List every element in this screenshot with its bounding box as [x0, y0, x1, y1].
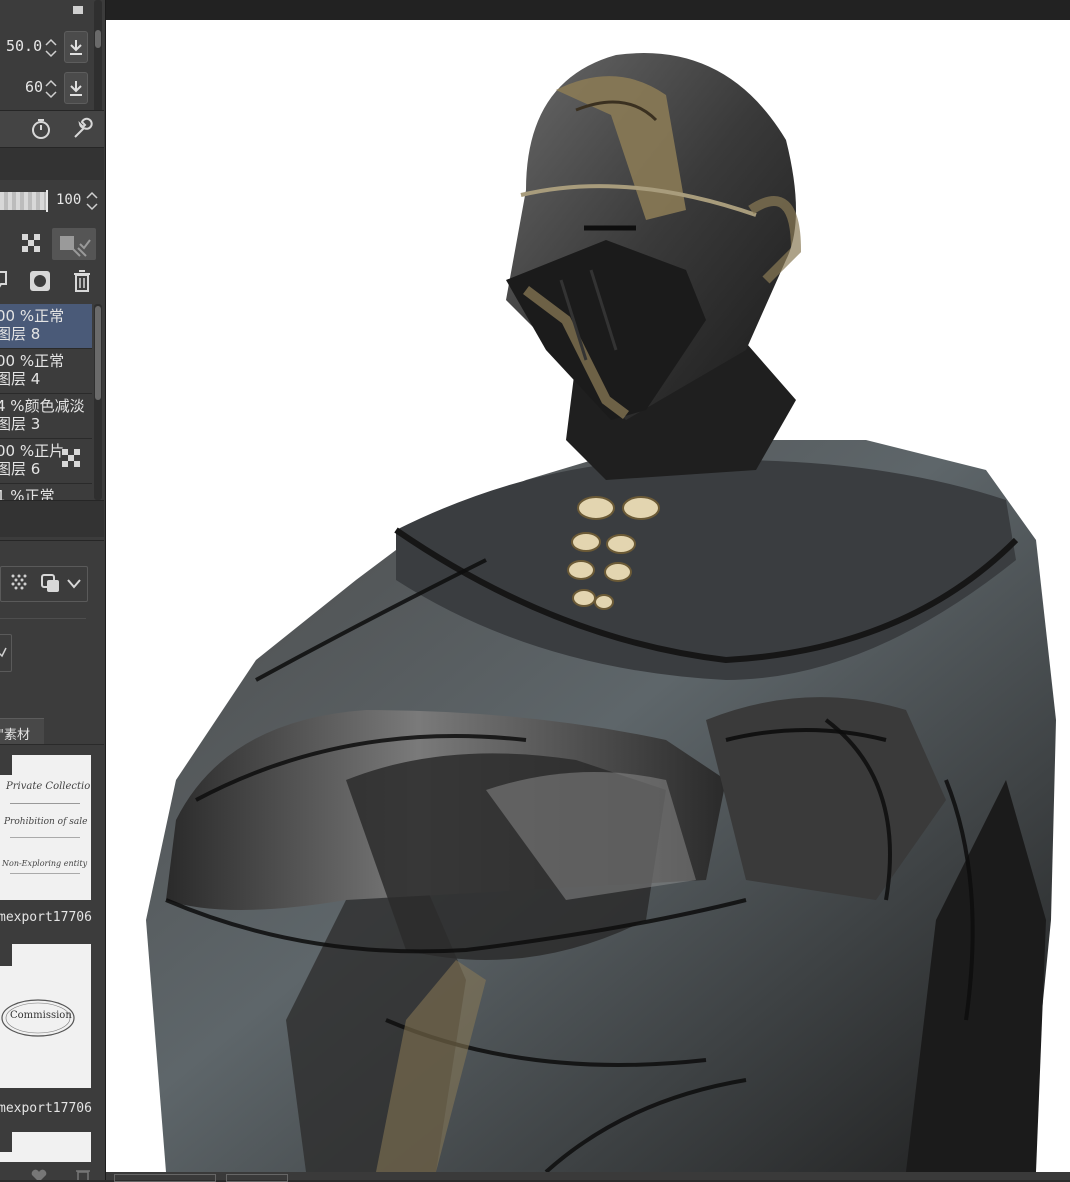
heart-icon[interactable]: [30, 1168, 48, 1180]
left-panel: 50.0 60 100 00 %正常 图层 8 00 %正常 图层 4 4 %颜…: [0, 0, 106, 1180]
checkbox-icon[interactable]: [0, 1132, 12, 1152]
dither-icon[interactable]: [10, 573, 30, 593]
zoom-slider[interactable]: [226, 1174, 288, 1182]
knight-illustration: [146, 53, 1056, 1172]
material-toolbar: [0, 566, 104, 602]
layer-blend-label: 4 %颜色减淡: [0, 397, 85, 415]
layer-opacity-row: 100: [0, 184, 104, 218]
property-tools-row: [0, 111, 104, 147]
layer-opacity-value[interactable]: 100: [56, 192, 81, 208]
canvas-bottom-bar: [106, 1172, 1070, 1182]
panel-header-row: [0, 0, 104, 140]
reference-off-icon[interactable]: [52, 228, 96, 260]
wrench-icon[interactable]: [70, 117, 94, 141]
lock-icon[interactable]: [70, 0, 86, 14]
layer-name: 图层 6: [0, 460, 41, 478]
mask-icon[interactable]: [29, 270, 51, 292]
material-thumbnail[interactable]: Commission: [0, 944, 91, 1088]
panel-gap: [0, 501, 104, 537]
brush-density-row: 60: [0, 71, 104, 105]
thumb-caption-2: Prohibition of sale: [4, 817, 88, 827]
checker-icon[interactable]: [20, 232, 42, 254]
material-tab[interactable]: "素材: [0, 718, 44, 745]
layer-blend-label: 00 %正片: [0, 442, 65, 460]
download-icon[interactable]: [64, 31, 88, 63]
canvas-top-bar: [106, 0, 1070, 20]
copy-icon[interactable]: [40, 573, 62, 595]
layer-scrollbar[interactable]: [94, 304, 102, 500]
opacity-slider[interactable]: [0, 192, 46, 210]
canvas[interactable]: [106, 20, 1070, 1172]
checkbox-icon[interactable]: [0, 755, 12, 775]
layer-blend-label: 1 %正常: [0, 487, 55, 501]
layer-item[interactable]: 00 %正片 图层 6: [0, 439, 92, 484]
layer-item[interactable]: 00 %正常 图层 4: [0, 349, 92, 394]
checkbox-icon[interactable]: [0, 944, 12, 966]
chevron-spin-icon[interactable]: [45, 37, 57, 59]
chevron-spin-icon[interactable]: [86, 190, 98, 212]
material-bottom-bar: [0, 1164, 104, 1180]
trash-icon[interactable]: [71, 269, 93, 293]
thumb-caption-commission: Commission: [10, 1010, 72, 1021]
material-thumbnail[interactable]: Private Collection Prohibition of sale N…: [0, 755, 91, 900]
new-layer-icon[interactable]: [0, 270, 14, 292]
brush-density-value[interactable]: 60: [25, 78, 43, 96]
horizontal-scroll[interactable]: [114, 1174, 216, 1182]
download-icon[interactable]: [64, 72, 88, 104]
material-dropdown[interactable]: [0, 634, 12, 672]
material-label: mexport17706: [0, 1101, 92, 1116]
layer-name: 图层 3: [0, 415, 41, 433]
brush-size-value[interactable]: 50.0: [6, 37, 42, 55]
layer-name: 图层 4: [0, 370, 41, 388]
checker-icon: [60, 447, 82, 469]
thumb-caption-3: Non-Exploring entity: [2, 859, 88, 868]
material-tab-label: "素材: [0, 728, 30, 743]
thumb-caption-1: Private Collection: [6, 781, 91, 792]
layer-panel-title: [0, 148, 104, 180]
material-label: mexport17706: [0, 910, 92, 925]
stopwatch-icon[interactable]: [29, 117, 53, 141]
layer-actions-row: [0, 264, 104, 300]
layer-item[interactable]: 1 %正常: [0, 484, 92, 500]
layer-blend-label: 00 %正常: [0, 352, 65, 370]
layer-item[interactable]: 4 %颜色减淡 图层 3: [0, 394, 92, 439]
layer-list: 00 %正常 图层 8 00 %正常 图层 4 4 %颜色减淡 图层 3 00 …: [0, 304, 104, 500]
layer-item[interactable]: 00 %正常 图层 8: [0, 304, 92, 349]
brush-size-row: 50.0: [0, 30, 104, 64]
layer-name: 图层 8: [0, 325, 41, 343]
material-thumbnail[interactable]: [0, 1132, 91, 1162]
layer-options-row: [0, 226, 104, 262]
trash-icon[interactable]: [74, 1168, 92, 1180]
chevron-spin-icon[interactable]: [45, 78, 57, 100]
chevron-down-icon[interactable]: [66, 576, 82, 590]
layer-blend-label: 00 %正常: [0, 307, 65, 325]
